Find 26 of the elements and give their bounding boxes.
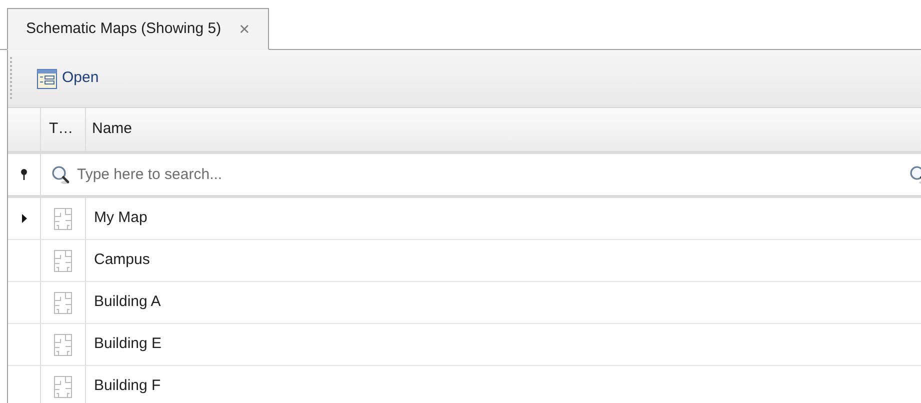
search-field[interactable]: Type here to search... (77, 160, 903, 190)
pin-icon (21, 169, 27, 180)
table-row[interactable]: Building E (8, 324, 921, 366)
floor-plan-icon (54, 334, 72, 356)
tab-label: Schematic Maps (Showing 5) (26, 18, 222, 39)
tab[interactable]: Schematic Maps (Showing 5) × (7, 8, 269, 50)
close-icon[interactable]: × (239, 16, 250, 42)
search-icon (51, 164, 71, 184)
map-name: Campus (94, 250, 150, 270)
map-name: Building A (94, 292, 161, 312)
floor-plan-icon (54, 376, 72, 398)
table-row[interactable]: Campus (8, 240, 921, 282)
floor-plan-icon (54, 292, 72, 314)
floor-plan-icon (54, 250, 72, 272)
column-header[interactable]: Name (86, 108, 921, 151)
column-header[interactable]: T… (41, 108, 86, 151)
table-row[interactable]: My Map (8, 198, 921, 240)
toolbar-grip-icon (9, 56, 13, 100)
map-name: Building E (94, 334, 162, 354)
map-name: Building F (94, 376, 161, 396)
map-name: My Map (94, 208, 148, 228)
form-icon (37, 68, 57, 88)
floor-plan-icon (54, 208, 72, 230)
table-row[interactable]: Building A (8, 282, 921, 324)
open-button[interactable]: Open (37, 67, 99, 90)
current-row-icon (22, 214, 26, 223)
